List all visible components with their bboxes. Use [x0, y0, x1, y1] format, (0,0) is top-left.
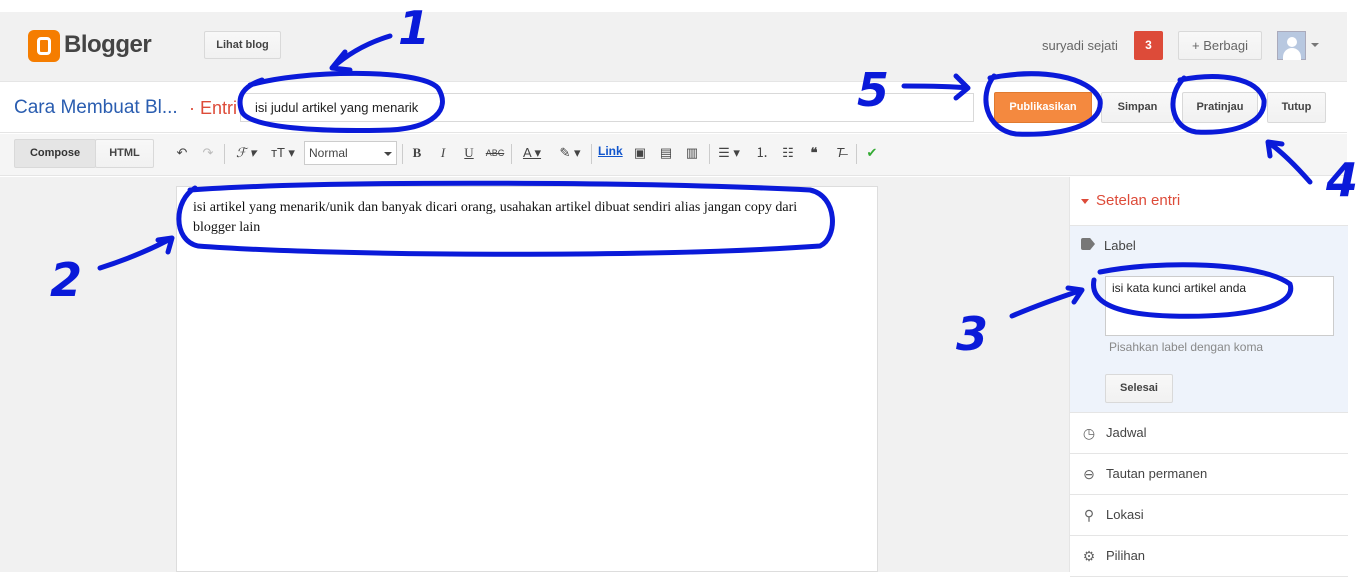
top-band [0, 0, 1362, 12]
link-icon: ⊖ [1083, 466, 1095, 482]
collapse-icon[interactable] [1081, 199, 1089, 204]
toolbar-divider [511, 144, 512, 164]
sidebar-item-options[interactable]: ⚙ Pilihan [1070, 536, 1348, 577]
sidebar-item-permalink[interactable]: ⊖ Tautan permanen [1070, 454, 1348, 495]
bold-icon[interactable]: B [408, 142, 426, 164]
sidebar-item-location[interactable]: ⚲ Lokasi [1070, 495, 1348, 536]
font-size-icon[interactable]: тT ▾ [267, 142, 299, 164]
clock-icon: ◷ [1082, 425, 1096, 441]
avatar[interactable] [1277, 31, 1306, 60]
brand-name[interactable]: Blogger [64, 31, 152, 59]
chevron-down-icon[interactable] [1311, 43, 1319, 47]
post-body-text[interactable]: isi artikel yang menarik/unik dan banyak… [193, 198, 833, 238]
sidebar-item-schedule[interactable]: ◷ Jadwal [1070, 413, 1348, 454]
labels-section: Label isi kata kunci artikel anda Pisahk… [1070, 225, 1348, 413]
sidebar-item-label: Pilihan [1106, 548, 1146, 563]
format-select-value: Normal [309, 146, 348, 160]
view-blog-button[interactable]: Lihat blog [204, 31, 281, 59]
toolbar-divider [709, 144, 710, 164]
image-icon[interactable]: ▣ [630, 142, 650, 164]
post-title-bar: Cara Membuat Bl... · Entri isi judul art… [0, 83, 1347, 133]
save-button[interactable]: Simpan [1101, 92, 1174, 123]
labels-hint: Pisahkan label dengan koma [1109, 340, 1264, 354]
close-button[interactable]: Tutup [1267, 92, 1326, 123]
underline-icon[interactable]: U [460, 142, 478, 164]
font-family-icon[interactable]: ℱ ▾ [231, 142, 261, 164]
html-mode-button[interactable]: HTML [95, 139, 154, 168]
gear-icon: ⚙ [1082, 548, 1096, 564]
post-body-editor[interactable]: isi artikel yang menarik/unik dan banyak… [176, 186, 878, 572]
video-icon[interactable]: ▤ [656, 142, 676, 164]
tag-icon [1081, 238, 1095, 250]
editor-toolbar: Compose HTML ↶ ↷ ℱ ▾ тT ▾ Normal B I U A… [0, 134, 1347, 176]
pin-icon: ⚲ [1083, 507, 1095, 523]
numbered-list-icon[interactable]: ⒈ [752, 142, 772, 164]
app-header: Blogger Lihat blog suryadi sejati 3 + Be… [0, 12, 1347, 82]
sidebar-item-label: Tautan permanen [1106, 466, 1208, 481]
post-title-input[interactable]: isi judul artikel yang menarik [240, 93, 974, 122]
user-name[interactable]: suryadi sejati [1042, 38, 1118, 53]
post-settings-title[interactable]: Setelan entri [1096, 192, 1180, 209]
bullet-list-icon[interactable]: ☷ [778, 142, 798, 164]
undo-icon[interactable]: ↶ [173, 142, 191, 164]
sidebar-item-label: Jadwal [1106, 425, 1147, 440]
section-label: · Entri [189, 98, 238, 118]
preview-button[interactable]: Pratinjau [1182, 92, 1258, 123]
jump-break-icon[interactable]: ▥ [682, 142, 702, 164]
text-color-icon[interactable]: A ▾ [517, 142, 547, 164]
toolbar-divider [224, 144, 225, 164]
labels-input[interactable]: isi kata kunci artikel anda [1105, 276, 1334, 336]
italic-icon[interactable]: I [434, 142, 452, 164]
insert-link-button[interactable]: Link [598, 144, 623, 158]
toolbar-divider [402, 144, 403, 164]
publish-button[interactable]: Publikasikan [994, 92, 1092, 123]
format-select[interactable]: Normal [304, 141, 397, 165]
post-settings-panel: Setelan entri Label isi kata kunci artik… [1069, 177, 1348, 577]
blogger-logo-icon[interactable] [28, 30, 60, 62]
remove-format-icon[interactable]: T̶ [830, 142, 850, 164]
toolbar-divider [856, 144, 857, 164]
labels-done-button[interactable]: Selesai [1105, 374, 1173, 403]
spellcheck-icon[interactable]: ✔ [862, 142, 882, 164]
compose-mode-button[interactable]: Compose [14, 139, 96, 168]
labels-title[interactable]: Label [1104, 238, 1136, 253]
blog-name-link[interactable]: Cara Membuat Bl... [14, 97, 178, 119]
highlight-icon[interactable]: ✎ ▾ [556, 142, 584, 164]
redo-icon[interactable]: ↷ [199, 142, 217, 164]
strikethrough-icon[interactable]: ABC [484, 142, 506, 164]
sidebar-item-label: Lokasi [1106, 507, 1144, 522]
notification-badge[interactable]: 3 [1134, 31, 1163, 60]
align-icon[interactable]: ☰ ▾ [714, 142, 744, 164]
quote-icon[interactable]: ❝ [804, 142, 824, 164]
toolbar-divider [591, 144, 592, 164]
share-button[interactable]: + Berbagi [1178, 31, 1262, 60]
